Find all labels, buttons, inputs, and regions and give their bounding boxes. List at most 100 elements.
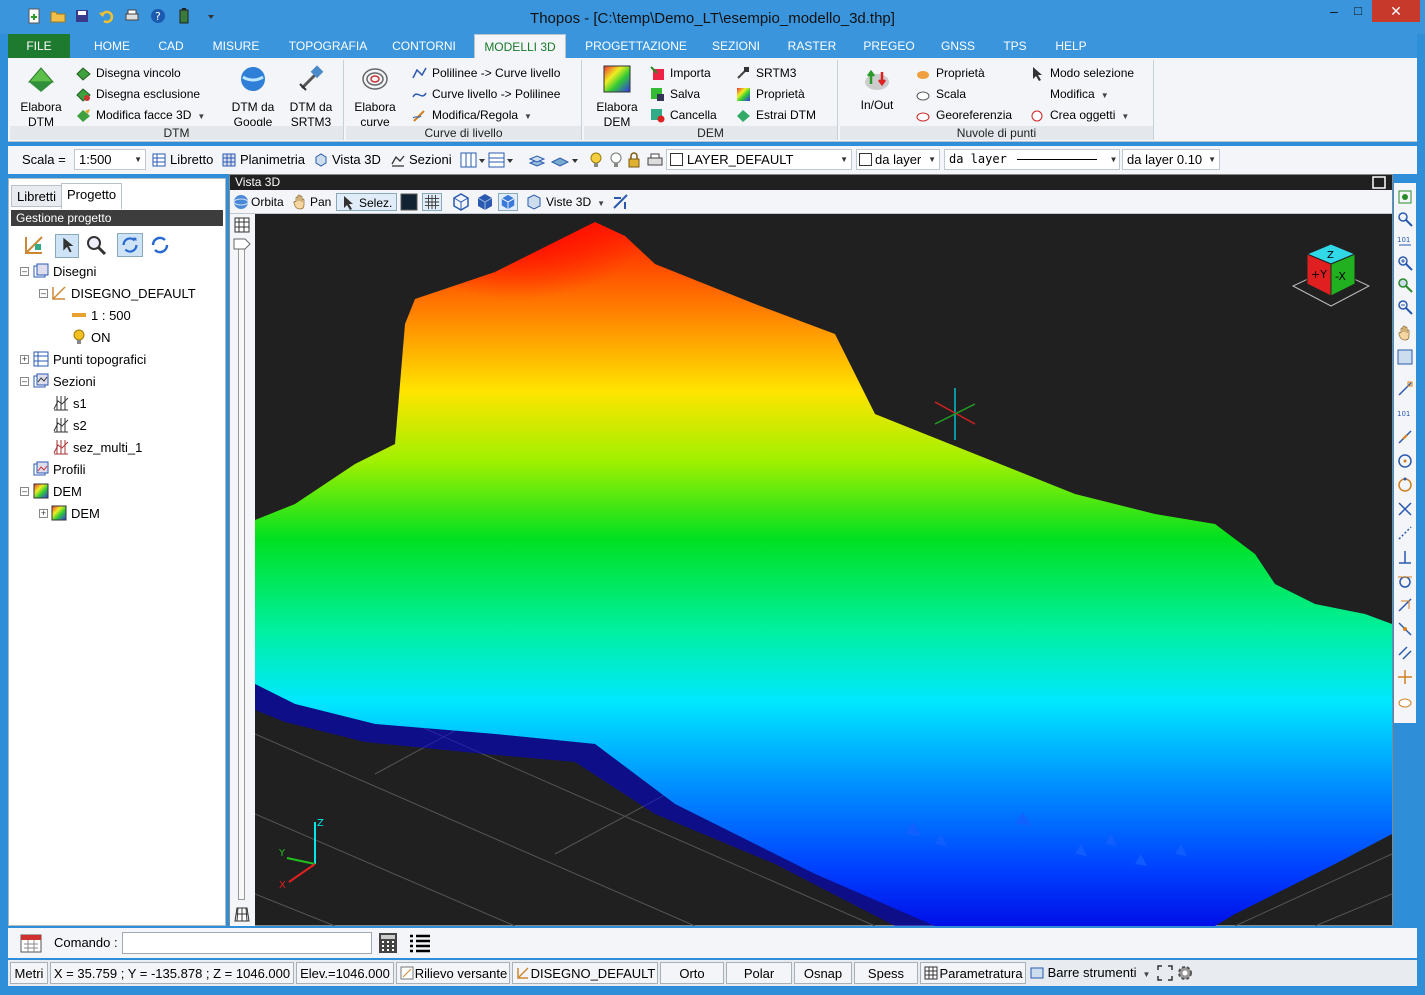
- snap-quadrant-icon[interactable]: [1397, 477, 1413, 493]
- collapse-toggle[interactable]: –: [39, 289, 48, 298]
- curve-to-poly-button[interactable]: Curve livello -> Polilinee: [410, 84, 560, 104]
- snap-node-icon[interactable]: [1397, 621, 1413, 637]
- collapse-toggle[interactable]: –: [20, 267, 29, 276]
- tab-raster[interactable]: RASTER: [780, 34, 844, 58]
- collapse-toggle[interactable]: –: [20, 377, 29, 386]
- fullscreen-icon[interactable]: [1156, 964, 1174, 982]
- snap-midpoint-icon[interactable]: [1397, 429, 1413, 445]
- polar-toggle[interactable]: Polar: [726, 962, 792, 984]
- tree-item-sezioni[interactable]: Sezioni: [33, 372, 96, 392]
- dem-3d-scene[interactable]: Z +Y -X Z Y X: [254, 214, 1393, 927]
- snap-nearest-icon[interactable]: [1397, 597, 1413, 613]
- collapse-toggle[interactable]: –: [20, 487, 29, 496]
- proprieta-dem-button[interactable]: Proprietà: [734, 84, 805, 104]
- tab-tps[interactable]: TPS: [994, 34, 1036, 58]
- linetype-combo[interactable]: da layer ▼: [944, 149, 1120, 170]
- lock-icon[interactable]: [626, 150, 642, 170]
- snap-intersection-icon[interactable]: [1397, 501, 1413, 517]
- pan-button[interactable]: Pan: [292, 193, 331, 211]
- snap-insert-icon[interactable]: [1397, 669, 1413, 685]
- tab-progettazione[interactable]: PROGETTAZIONE: [578, 34, 694, 58]
- poly-to-curve-button[interactable]: Polilinee -> Curve livello: [410, 63, 560, 83]
- tree-item-on[interactable]: ON: [71, 328, 111, 348]
- spess-toggle[interactable]: Spess: [854, 962, 918, 984]
- zoom-previous-icon[interactable]: [1397, 277, 1413, 293]
- tree-item-dem-group[interactable]: DEM: [33, 482, 82, 502]
- search-icon[interactable]: [85, 234, 107, 256]
- modifica-nuvole-button[interactable]: Modifica ▼: [1028, 84, 1109, 104]
- close-button[interactable]: ✕: [1372, 0, 1420, 22]
- elabora-dem-button[interactable]: Elabora DEM: [592, 64, 642, 130]
- tree-item-scale[interactable]: 1 : 500: [71, 306, 131, 326]
- crea-oggetti-button[interactable]: Crea oggetti ▼: [1028, 105, 1129, 125]
- perspective-grid-icon[interactable]: [234, 906, 250, 922]
- libretto-button[interactable]: Libretto: [152, 150, 213, 170]
- expand-toggle[interactable]: +: [39, 509, 48, 518]
- vista3d-button[interactable]: Vista 3D: [314, 150, 381, 170]
- navigation-cube[interactable]: Z +Y -X: [1291, 238, 1371, 310]
- tab-libretti[interactable]: Libretti: [11, 185, 63, 207]
- tab-contorni[interactable]: CONTORNI: [384, 34, 464, 58]
- parametratura-toggle[interactable]: Parametratura: [920, 962, 1026, 984]
- tab-progetto[interactable]: Progetto: [61, 183, 123, 209]
- color-combo[interactable]: da layer ▼: [856, 149, 940, 170]
- scala-combo[interactable]: 1:500 ▼: [74, 149, 146, 170]
- zoom-101-icon[interactable]: 101: [1397, 233, 1413, 249]
- tree-item-dem[interactable]: DEM: [51, 504, 100, 524]
- layout-columns-icon[interactable]: [460, 150, 486, 170]
- bulb-on-icon[interactable]: [588, 150, 604, 170]
- layer-manager-icon[interactable]: [550, 150, 580, 170]
- solid-cube-icon[interactable]: [476, 193, 494, 211]
- pan-hand-icon[interactable]: [1397, 325, 1413, 341]
- terrain-render[interactable]: [254, 214, 1393, 927]
- disegno-selector[interactable]: DISEGNO_DEFAULT: [512, 962, 658, 984]
- tab-misure[interactable]: MISURE: [204, 34, 268, 58]
- settings-gear-icon[interactable]: [1176, 964, 1194, 982]
- dtm-srtm3-button[interactable]: DTM da SRTM3: [286, 64, 336, 130]
- tab-help[interactable]: HELP: [1044, 34, 1098, 58]
- orto-toggle[interactable]: Orto: [660, 962, 724, 984]
- salva-dem-button[interactable]: Salva: [648, 84, 700, 104]
- calculator-icon[interactable]: [378, 932, 398, 954]
- srtm3-button[interactable]: SRTM3: [734, 63, 796, 83]
- snap-parallel-icon[interactable]: [1397, 645, 1413, 661]
- modifica-facce-button[interactable]: Modifica facce 3D ▼: [74, 105, 205, 125]
- snap-101-icon[interactable]: 101: [1397, 405, 1413, 421]
- wireframe-grid-icon[interactable]: [422, 193, 442, 211]
- grid-toggle-icon[interactable]: [234, 217, 250, 233]
- snap-center-icon[interactable]: [1397, 453, 1413, 469]
- regen-icon[interactable]: [1397, 349, 1413, 365]
- viste3d-button[interactable]: Viste 3D ▼: [526, 193, 605, 211]
- tree-item-sez-multi[interactable]: sez_multi_1: [53, 438, 142, 458]
- airplane-icon[interactable]: [612, 193, 630, 211]
- dropdown-arrow-icon[interactable]: ▼: [1101, 91, 1109, 100]
- select-tool-icon[interactable]: [55, 234, 79, 258]
- cancella-dem-button[interactable]: Cancella: [648, 105, 717, 125]
- refresh-all-icon[interactable]: [117, 233, 143, 257]
- calendar-icon[interactable]: [20, 932, 42, 954]
- drawing-tool-icon[interactable]: [23, 234, 45, 256]
- tree-item-disegno-default[interactable]: DISEGNO_DEFAULT: [51, 284, 196, 304]
- minimize-button[interactable]: –: [1322, 0, 1346, 22]
- disegna-vincolo-button[interactable]: Disegna vincolo: [74, 63, 181, 83]
- tree-item-s1[interactable]: s1: [53, 394, 87, 414]
- osnap-toggle[interactable]: Osnap: [794, 962, 852, 984]
- layer-combo[interactable]: LAYER_DEFAULT ▼: [666, 149, 852, 170]
- tree-item-s2[interactable]: s2: [53, 416, 87, 436]
- tab-pregeo[interactable]: PREGEO: [856, 34, 922, 58]
- estrai-dtm-button[interactable]: Estrai DTM: [734, 105, 816, 125]
- tab-cad[interactable]: CAD: [148, 34, 194, 58]
- importa-dem-button[interactable]: Importa: [648, 63, 711, 83]
- zoom-slider[interactable]: [230, 214, 255, 926]
- command-input[interactable]: [122, 932, 372, 954]
- bulb-off-icon[interactable]: [608, 150, 624, 170]
- slider-track[interactable]: [238, 240, 245, 900]
- georeferenzia-button[interactable]: Georeferenzia: [914, 105, 1012, 125]
- layout-rows-icon[interactable]: [488, 150, 514, 170]
- tree-item-punti-topografici[interactable]: Punti topografici: [33, 350, 146, 370]
- tab-modelli-3d[interactable]: MODELLI 3D: [474, 34, 566, 58]
- snap-perpendicular-icon[interactable]: [1397, 549, 1413, 565]
- tab-file[interactable]: FILE: [8, 34, 70, 58]
- zoom-extents-icon[interactable]: [1397, 189, 1413, 205]
- modifica-regola-button[interactable]: Modifica/Regola ▼: [410, 105, 532, 125]
